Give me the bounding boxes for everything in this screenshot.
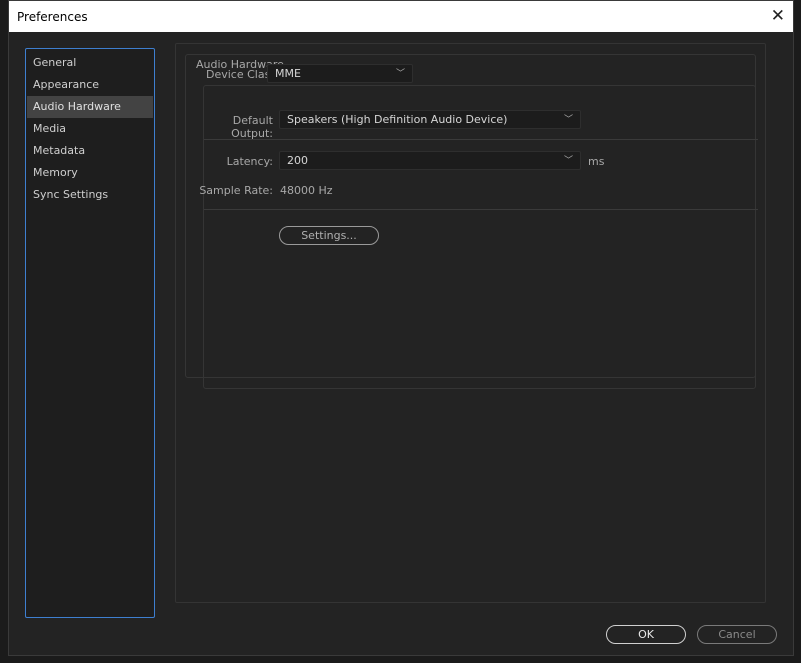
device-class-value: MME — [275, 67, 301, 80]
settings-button[interactable]: Settings... — [279, 226, 379, 245]
sample-rate-label: Sample Rate: — [199, 184, 273, 197]
divider — [204, 139, 758, 140]
device-class-select[interactable]: MME ﹀ — [267, 64, 413, 83]
sample-rate-value: 48000 Hz — [280, 184, 333, 197]
category-list: General Appearance Audio Hardware Media … — [25, 48, 155, 618]
chevron-down-icon: ﹀ — [395, 69, 405, 79]
settings-panel: Audio Hardware Device Class: MME ﹀ Defau… — [175, 43, 766, 603]
chevron-down-icon: ﹀ — [563, 156, 573, 166]
sidebar-item-sync-settings[interactable]: Sync Settings — [27, 184, 153, 206]
sidebar-item-appearance[interactable]: Appearance — [27, 74, 153, 96]
sidebar-item-metadata[interactable]: Metadata — [27, 140, 153, 162]
close-icon[interactable]: ✕ — [771, 6, 785, 26]
chevron-down-icon: ﹀ — [563, 115, 573, 125]
window-title: Preferences — [17, 10, 88, 24]
divider — [204, 209, 758, 210]
latency-value: 200 — [287, 154, 308, 167]
sidebar-item-memory[interactable]: Memory — [27, 162, 153, 184]
audio-hardware-group: Audio Hardware Device Class: MME ﹀ Defau… — [185, 54, 758, 389]
sidebar-item-media[interactable]: Media — [27, 118, 153, 140]
latency-unit: ms — [588, 155, 605, 168]
sidebar-item-audio-hardware[interactable]: Audio Hardware — [27, 96, 153, 118]
preferences-dialog: Preferences ✕ General Appearance Audio H… — [8, 0, 794, 656]
default-output-select[interactable]: Speakers (High Definition Audio Device) … — [279, 110, 581, 129]
default-output-value: Speakers (High Definition Audio Device) — [287, 113, 508, 126]
latency-label: Latency: — [226, 155, 273, 168]
title-bar: Preferences ✕ — [9, 1, 793, 32]
sidebar-item-general[interactable]: General — [27, 52, 153, 74]
latency-select[interactable]: 200 ﹀ — [279, 151, 581, 170]
default-output-label: Default Output: — [231, 114, 273, 140]
cancel-button[interactable]: Cancel — [697, 625, 777, 644]
ok-button[interactable]: OK — [606, 625, 686, 644]
